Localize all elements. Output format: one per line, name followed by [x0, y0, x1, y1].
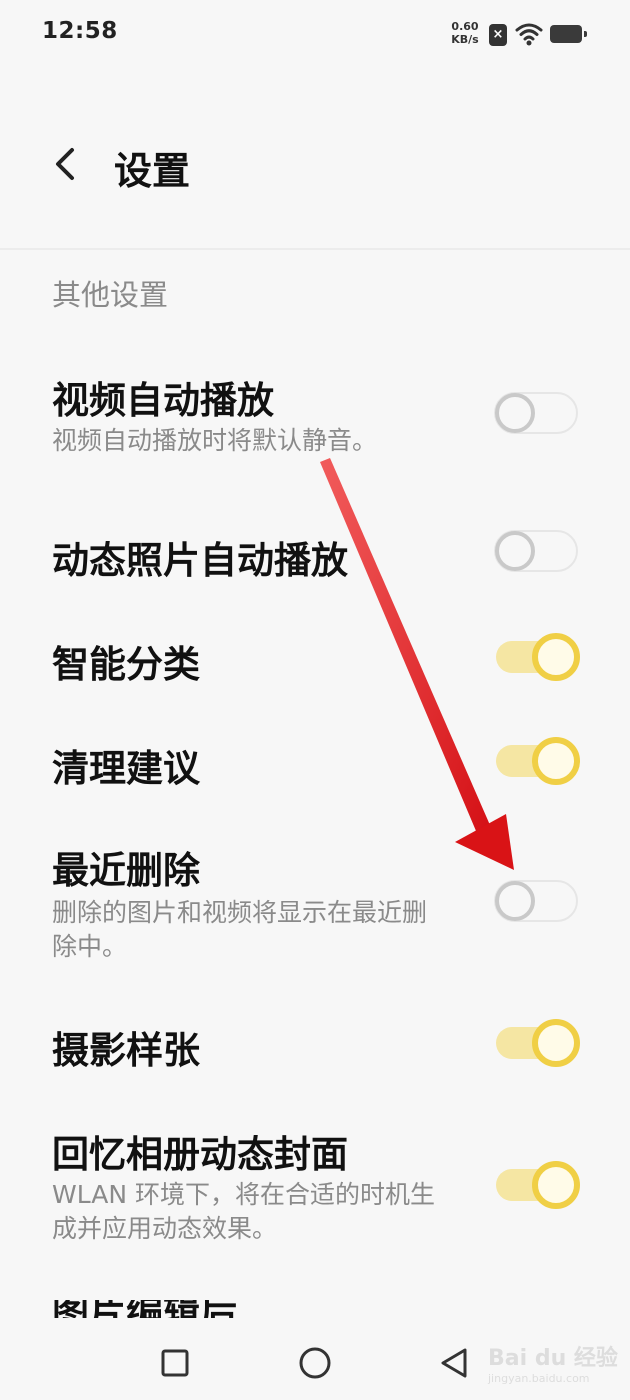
setting-description: 删除的图片和视频将显示在最近删除中。 — [52, 898, 428, 961]
status-bar: 12:58 0.60 KB/s × — [0, 0, 630, 70]
status-time: 12:58 — [42, 18, 118, 44]
toggle-photography-samples[interactable] — [494, 1019, 580, 1067]
home-circle-icon[interactable] — [298, 1346, 332, 1380]
toggle-recently-deleted[interactable] — [494, 880, 578, 922]
setting-row-image-editing[interactable]: 图片编辑后 — [52, 1300, 237, 1320]
section-title: 其他设置 — [52, 278, 169, 312]
toggle-thumb — [532, 737, 580, 785]
setting-title: 动态照片自动播放 — [52, 539, 348, 582]
app-header: 设置 — [0, 70, 630, 248]
back-triangle-icon[interactable] — [438, 1346, 470, 1380]
setting-title: 视频自动播放 — [52, 379, 274, 422]
toggle-live-photo-autoplay[interactable] — [494, 530, 578, 572]
toggle-thumb — [532, 1019, 580, 1067]
toggle-memories-dynamic-cover[interactable] — [494, 1161, 580, 1209]
battery-icon — [550, 25, 587, 43]
setting-row-memories-dynamic-cover[interactable]: 回忆相册动态封面 WLAN 环境下，将在合适的时机生成并应用动态效果。 — [0, 1114, 630, 1254]
chevron-left-icon[interactable] — [46, 144, 86, 184]
toggle-thumb — [495, 531, 535, 571]
setting-title: 回忆相册动态封面 — [52, 1133, 348, 1176]
setting-title: 智能分类 — [52, 643, 200, 686]
watermark-text: Bai du 经验 — [488, 1346, 618, 1371]
setting-title: 清理建议 — [52, 747, 200, 790]
setting-row-recently-deleted[interactable]: 最近删除 删除的图片和视频将显示在最近删除中。 — [0, 830, 630, 970]
baidu-watermark: Bai du 经验 jingyan.baidu.com — [480, 1330, 620, 1390]
toggle-thumb — [495, 881, 535, 921]
toggle-thumb — [532, 633, 580, 681]
recents-square-icon[interactable] — [160, 1348, 190, 1378]
toggle-cleanup-suggestions[interactable] — [494, 737, 580, 785]
setting-description: WLAN 环境下，将在合适的时机生成并应用动态效果。 — [52, 1180, 435, 1243]
network-speed-unit: KB/s — [451, 33, 479, 46]
close-notification-icon: × — [489, 24, 507, 46]
page-title: 设置 — [114, 149, 191, 193]
setting-row-cleanup-suggestions[interactable]: 清理建议 — [0, 728, 630, 798]
toggle-thumb — [532, 1161, 580, 1209]
toggle-video-autoplay[interactable] — [494, 392, 578, 434]
setting-row-video-autoplay[interactable]: 视频自动播放 视频自动播放时将默认静音。 — [0, 360, 630, 470]
wifi-icon — [515, 23, 543, 46]
setting-row-photography-samples[interactable]: 摄影样张 — [0, 1010, 630, 1080]
toggle-thumb — [495, 393, 535, 433]
setting-title: 最近删除 — [52, 849, 200, 892]
toggle-smart-categories[interactable] — [494, 633, 580, 681]
setting-title: 图片编辑后 — [52, 1300, 237, 1320]
network-speed-value: 0.60 — [451, 20, 479, 33]
setting-row-smart-categories[interactable]: 智能分类 — [0, 624, 630, 694]
watermark-url: jingyan.baidu.com — [488, 1372, 590, 1385]
setting-row-live-photo-autoplay[interactable]: 动态照片自动播放 — [0, 520, 630, 590]
setting-title: 摄影样张 — [52, 1029, 200, 1072]
setting-description: 视频自动播放时将默认静音。 — [52, 426, 378, 455]
network-speed: 0.60 KB/s — [446, 20, 484, 46]
header-divider — [0, 248, 630, 250]
